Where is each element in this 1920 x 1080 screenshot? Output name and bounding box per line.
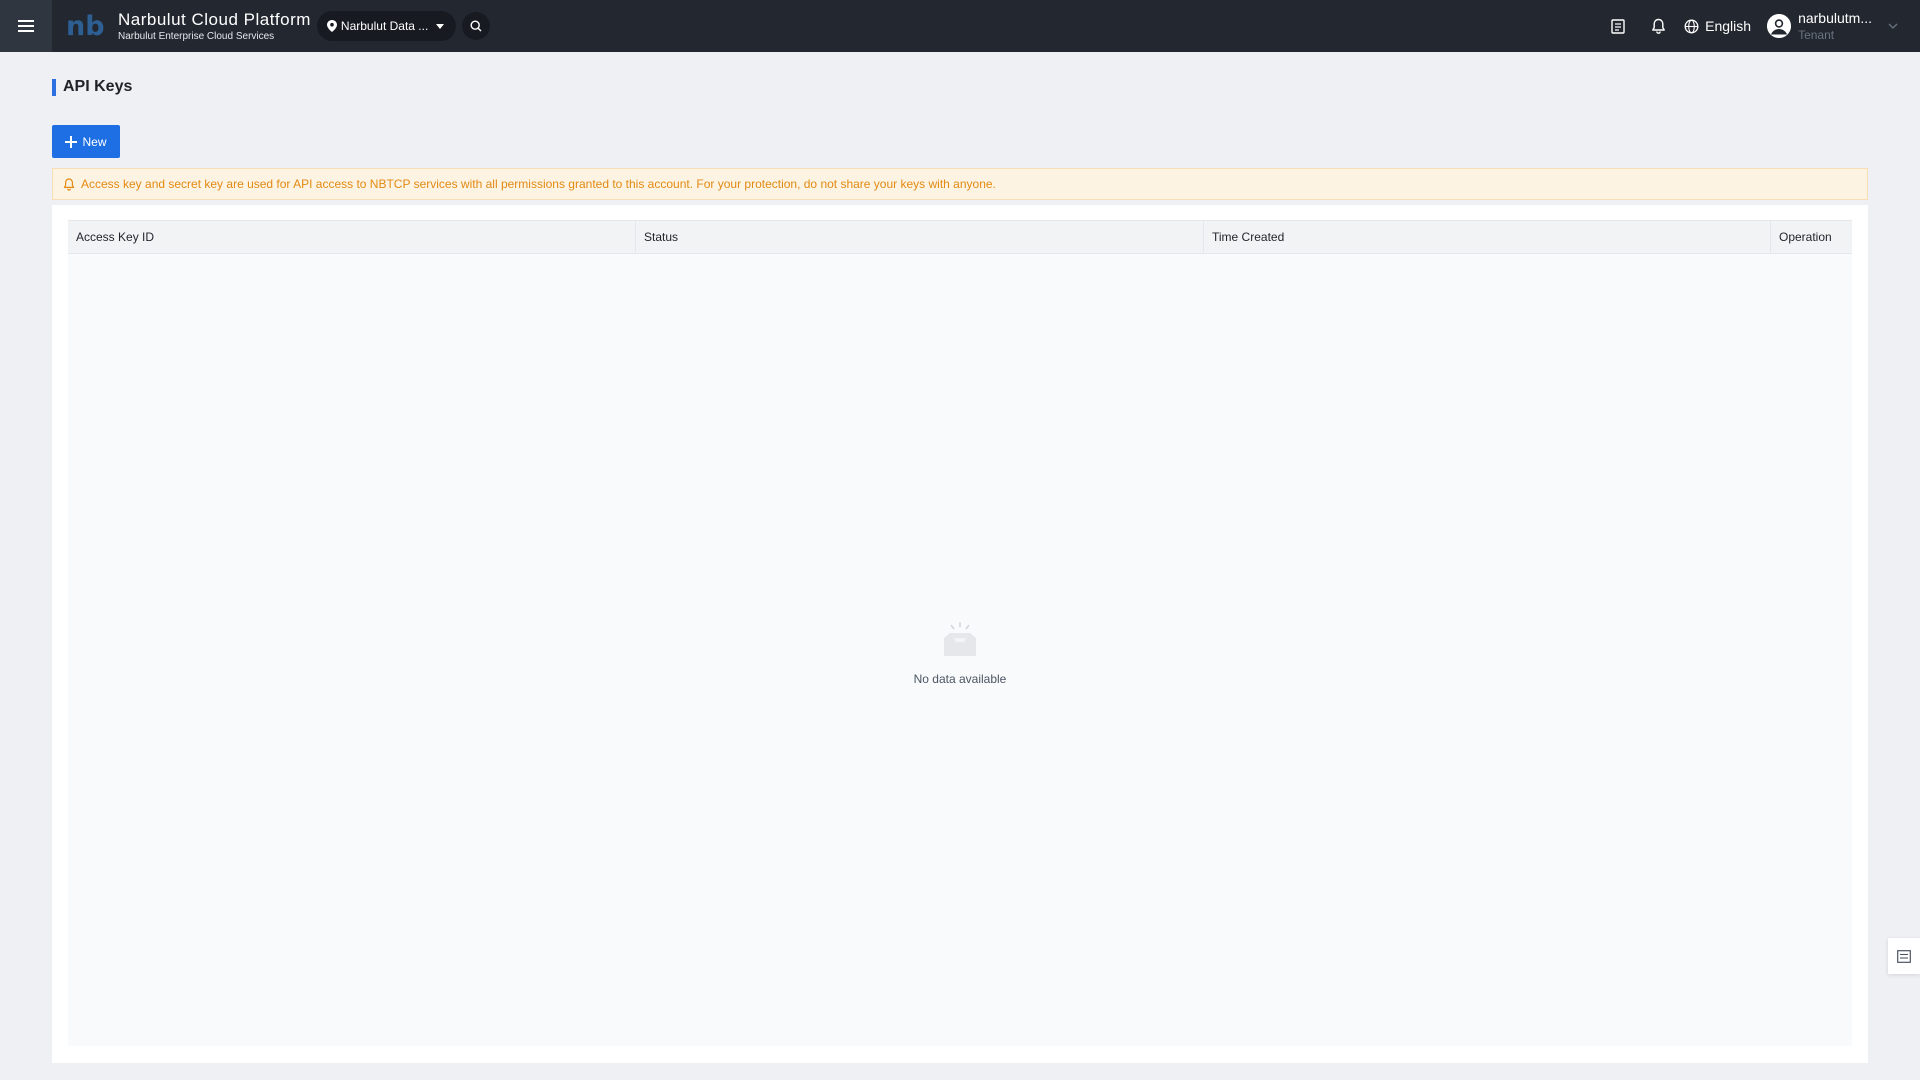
notice-text: Access key and secret key are used for A… [81,177,996,191]
column-header-status: Status [636,221,1204,253]
list-icon [1897,949,1911,963]
language-selector[interactable]: English [1684,18,1751,34]
top-navigation-bar: nb Narbulut Cloud Platform Narbulut Ente… [0,0,1920,52]
empty-state-text: No data available [913,672,1007,686]
api-keys-table: Access Key ID Status Time Created Operat… [68,220,1852,1046]
empty-state: No data available [68,620,1852,686]
brand-title: Narbulut Cloud Platform [118,9,311,29]
region-label: Narbulut Data ... [340,19,429,33]
narbulut-logo[interactable]: nb [66,10,106,42]
menu-button[interactable] [0,0,52,52]
user-avatar-icon [1767,14,1792,38]
table-header: Access Key ID Status Time Created Operat… [68,220,1852,254]
empty-inbox-icon [936,620,984,660]
svg-text:nb: nb [66,11,105,41]
caret-down-icon [436,23,445,29]
hamburger-icon [18,19,34,33]
bell-icon [63,177,75,191]
plus-icon [65,135,78,148]
chevron-down-icon [1888,23,1898,29]
header-actions: English narbulutm... Tenant [1606,0,1920,52]
language-label: English [1705,18,1752,34]
region-selector[interactable]: Narbulut Data ... [316,11,457,41]
api-keys-panel: Access Key ID Status Time Created Operat… [52,205,1868,1063]
column-header-time-created: Time Created [1204,221,1771,253]
search-icon [470,20,482,32]
new-button-label: New [82,134,107,149]
column-header-operation: Operation [1779,230,1832,244]
search-button[interactable] [462,12,491,40]
bell-icon[interactable] [1646,14,1670,38]
document-icon[interactable] [1606,14,1630,38]
globe-icon [1684,19,1699,34]
side-panel-toggle[interactable] [1888,938,1920,974]
user-name: narbulutm... [1798,10,1872,26]
brand-subtitle: Narbulut Enterprise Cloud Services [118,30,275,42]
column-header-access-key-id: Access Key ID [68,221,636,253]
security-notice: Access key and secret key are used for A… [52,168,1868,200]
new-api-key-button[interactable]: New [52,125,120,158]
page-title-text: API Keys [63,78,133,95]
title-accent-bar [52,78,56,96]
page-title: API Keys [52,78,132,96]
brand: Narbulut Cloud Platform Narbulut Enterpr… [118,11,311,42]
location-pin-icon [326,20,337,32]
user-role: Tenant [1798,28,1835,42]
user-menu[interactable]: narbulutm... Tenant [1767,11,1898,41]
